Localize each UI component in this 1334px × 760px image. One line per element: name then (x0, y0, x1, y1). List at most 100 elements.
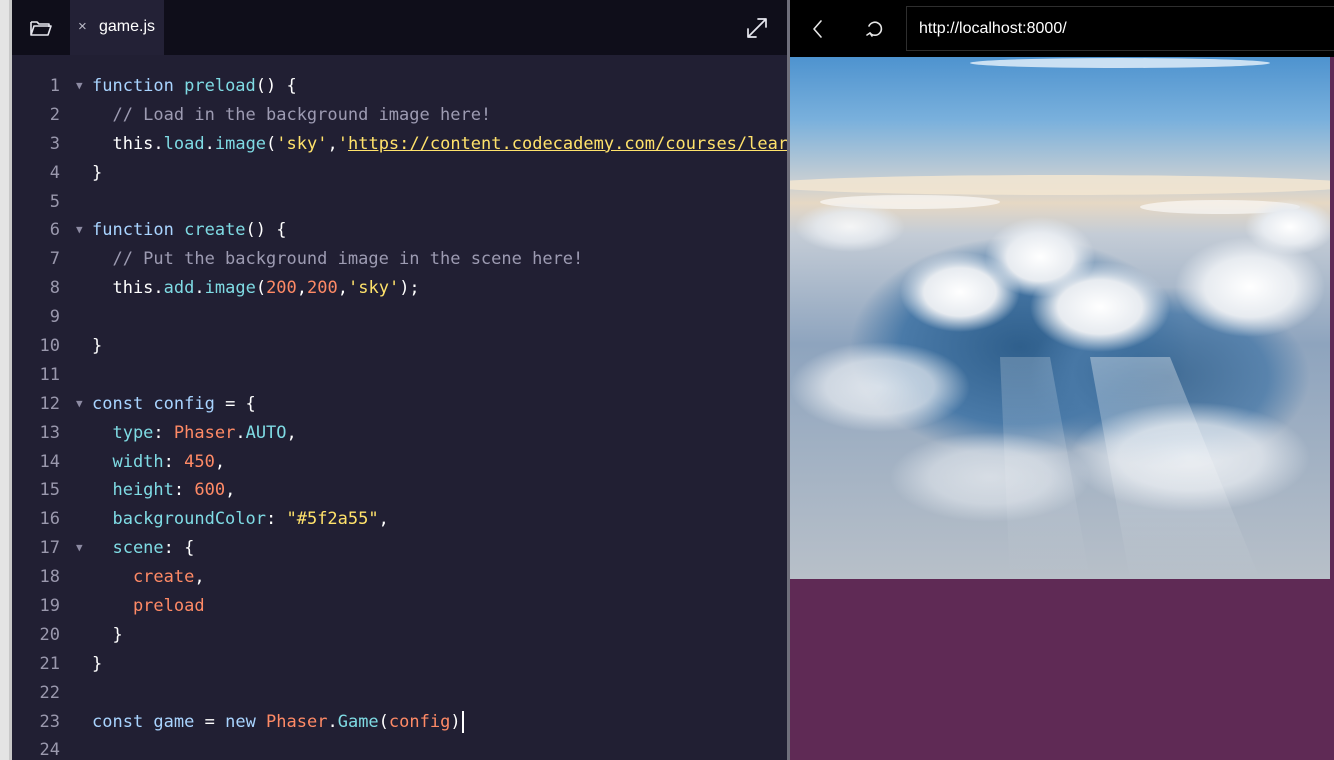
code-token: : (266, 509, 287, 530)
code-text: } (92, 159, 102, 188)
line-number: 22 (39, 682, 60, 703)
code-link[interactable]: https://content.codecademy.com/courses/l… (348, 134, 788, 154)
reload-icon (866, 21, 883, 37)
back-button[interactable] (808, 18, 828, 40)
code-line[interactable]: 17 ▼ scene: { (12, 534, 788, 563)
code-text: const config = { (92, 390, 256, 419)
code-token: // Load in the background image here! (92, 104, 492, 125)
code-line[interactable]: 14 width: 450, (12, 448, 788, 477)
code-token: 200 (307, 278, 338, 299)
tab-game-js[interactable]: × game.js (70, 0, 164, 55)
code-line[interactable]: 23 const game = new Phaser.Game(config) (12, 708, 788, 737)
line-number: 4 (49, 162, 60, 183)
code-line[interactable]: 20 } (12, 621, 788, 650)
code-token: // Put the background image in the scene… (92, 249, 584, 270)
expand-editor-button[interactable] (744, 15, 770, 41)
code-text: // Load in the background image here! (92, 101, 491, 130)
code-token: image (204, 278, 256, 299)
fold-toggle-icon[interactable]: ▼ (76, 534, 83, 563)
code-line[interactable]: 9 (12, 303, 788, 332)
line-number: 17 (39, 538, 60, 559)
line-number: 1 (49, 76, 60, 96)
code-token: height (92, 480, 174, 501)
code-line[interactable]: 5 (12, 188, 788, 217)
code-token: AUTO (245, 422, 287, 443)
code-token: , (194, 567, 205, 588)
browser-toolbar: http://localhost:8000/ (790, 0, 1334, 57)
editor-header: × game.js (12, 0, 788, 55)
code-token: add (163, 278, 195, 299)
code-token: ( (378, 711, 389, 732)
code-line[interactable]: 10} (12, 332, 788, 361)
address-bar[interactable]: http://localhost:8000/ (906, 6, 1334, 51)
sky-background-image (790, 57, 1330, 579)
code-token: Phaser (266, 711, 328, 732)
code-area[interactable]: 1 ▼ function preload() {2 // Load in the b… (12, 72, 788, 760)
line-number: 16 (39, 509, 60, 530)
line-number: 18 (39, 567, 60, 588)
fold-toggle-icon[interactable]: ▼ (76, 72, 83, 101)
code-line[interactable]: 6 ▼ function create() { (12, 216, 788, 245)
code-token: } (92, 336, 103, 357)
code-line[interactable]: 11 (12, 361, 788, 390)
code-line[interactable]: 16 backgroundColor: "#5f2a55", (12, 505, 788, 534)
tab-close-button[interactable]: × (78, 17, 87, 37)
code-token: () { (255, 76, 297, 96)
text-cursor (461, 710, 464, 733)
code-token: game (153, 711, 195, 732)
code-token: } (92, 624, 123, 645)
code-token: 450 (184, 451, 215, 472)
code-line[interactable]: 2 // Load in the background image here! (12, 101, 788, 130)
code-token: , (337, 278, 348, 299)
code-token: = (194, 711, 226, 732)
code-token: 200 (266, 278, 297, 299)
tab-label: game.js (99, 18, 156, 35)
line-number: 9 (49, 307, 60, 328)
line-number: 23 (39, 711, 60, 732)
line-number: 8 (49, 278, 60, 299)
code-text: function preload() { (92, 72, 297, 101)
code-text: create, (92, 563, 205, 592)
code-token: ( (266, 133, 277, 154)
code-line[interactable]: 21} (12, 650, 788, 679)
code-text: function create() { (92, 216, 287, 245)
code-token: } (92, 653, 103, 674)
code-token: . (204, 133, 215, 154)
code-line[interactable]: 1 ▼ function preload() { (12, 72, 788, 101)
code-token: backgroundColor (92, 509, 266, 530)
code-token: () { (245, 220, 287, 241)
game-canvas[interactable] (790, 57, 1334, 760)
code-line[interactable]: 12 ▼ const config = { (12, 390, 788, 419)
line-number: 6 (49, 220, 60, 241)
code-text: // Put the background image in the scene… (92, 245, 583, 274)
code-line[interactable]: 19 preload (12, 592, 788, 621)
code-token: , (296, 278, 308, 299)
line-number: 12 (39, 393, 60, 414)
browser-preview: http://localhost:8000/ (790, 0, 1334, 760)
line-number: 13 (39, 422, 60, 443)
code-line[interactable]: 24 (12, 736, 788, 760)
code-token: preload (184, 76, 256, 96)
code-token: . (327, 711, 338, 732)
code-token: , (214, 451, 226, 472)
code-token: 'sky' (348, 278, 400, 299)
code-line[interactable]: 3 this.load.image('sky','https://content… (12, 130, 788, 159)
code-token: 600 (194, 480, 226, 501)
code-line[interactable]: 4} (12, 159, 788, 188)
file-tree-button[interactable] (28, 15, 54, 41)
code-text: preload (92, 592, 205, 621)
code-token: , (378, 509, 389, 530)
code-line[interactable]: 15 height: 600, (12, 476, 788, 505)
code-token: image (214, 133, 267, 154)
fold-toggle-icon[interactable]: ▼ (76, 216, 83, 245)
chevron-left-icon (813, 20, 822, 38)
code-line[interactable]: 13 type: Phaser.AUTO, (12, 419, 788, 448)
fold-toggle-icon[interactable]: ▼ (76, 390, 83, 419)
line-number: 14 (39, 451, 60, 472)
code-token: : { (163, 538, 195, 559)
code-line[interactable]: 7 // Put the background image in the sce… (12, 245, 788, 274)
code-line[interactable]: 8 this.add.image(200,200,'sky'); (12, 274, 788, 303)
code-line[interactable]: 22 (12, 679, 788, 708)
reload-button[interactable] (864, 18, 886, 40)
code-line[interactable]: 18 create, (12, 563, 788, 592)
